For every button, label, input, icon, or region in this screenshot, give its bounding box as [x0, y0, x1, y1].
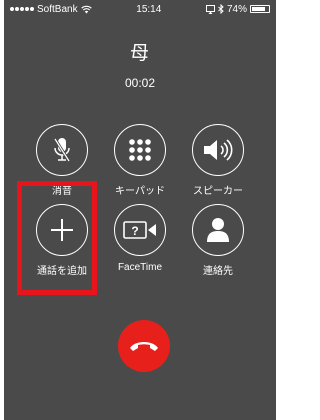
status-time: 15:14 — [136, 3, 162, 15]
microphone-muted-icon — [53, 138, 71, 162]
speaker-button[interactable]: スピーカー — [181, 124, 255, 197]
add-call-highlight-box — [17, 181, 97, 295]
facetime-circle[interactable]: ? — [114, 204, 166, 256]
airplay-icon — [205, 4, 215, 14]
contacts-label: 連絡先 — [203, 266, 233, 277]
bluetooth-icon — [218, 4, 224, 14]
end-call-button[interactable] — [118, 320, 170, 372]
phone-screen: SoftBank 15:14 74% 母 00:02 消音 キーパッド スピーカ… — [4, 0, 276, 420]
facetime-label: FaceTime — [117, 262, 163, 273]
signal-icon — [10, 7, 34, 11]
contacts-circle[interactable] — [192, 204, 244, 256]
call-duration: 00:02 — [124, 76, 156, 90]
keypad-circle[interactable] — [114, 124, 166, 176]
caller-name: 母 — [129, 43, 150, 64]
battery-percent: 74% — [226, 3, 247, 15]
keypad-icon — [129, 139, 151, 161]
status-left: SoftBank — [10, 4, 92, 15]
speaker-icon — [204, 139, 233, 161]
contact-person-icon — [207, 218, 229, 242]
keypad-button[interactable]: キーパッド — [103, 124, 177, 197]
carrier-name: SoftBank — [37, 3, 78, 15]
speaker-label: スピーカー — [193, 186, 243, 197]
facetime-icon: ? — [123, 221, 156, 239]
keypad-label: キーパッド — [115, 186, 165, 197]
speaker-circle[interactable] — [192, 124, 244, 176]
mute-circle[interactable] — [36, 124, 88, 176]
facetime-button[interactable]: ? FaceTime — [103, 204, 177, 273]
wifi-icon — [80, 5, 92, 13]
svg-text:?: ? — [131, 224, 138, 238]
battery-icon — [249, 5, 270, 13]
phone-hangup-icon — [130, 342, 158, 351]
contacts-button[interactable]: 連絡先 — [181, 204, 255, 277]
status-right: 74% — [205, 3, 270, 15]
status-bar: SoftBank 15:14 74% — [4, 0, 276, 18]
